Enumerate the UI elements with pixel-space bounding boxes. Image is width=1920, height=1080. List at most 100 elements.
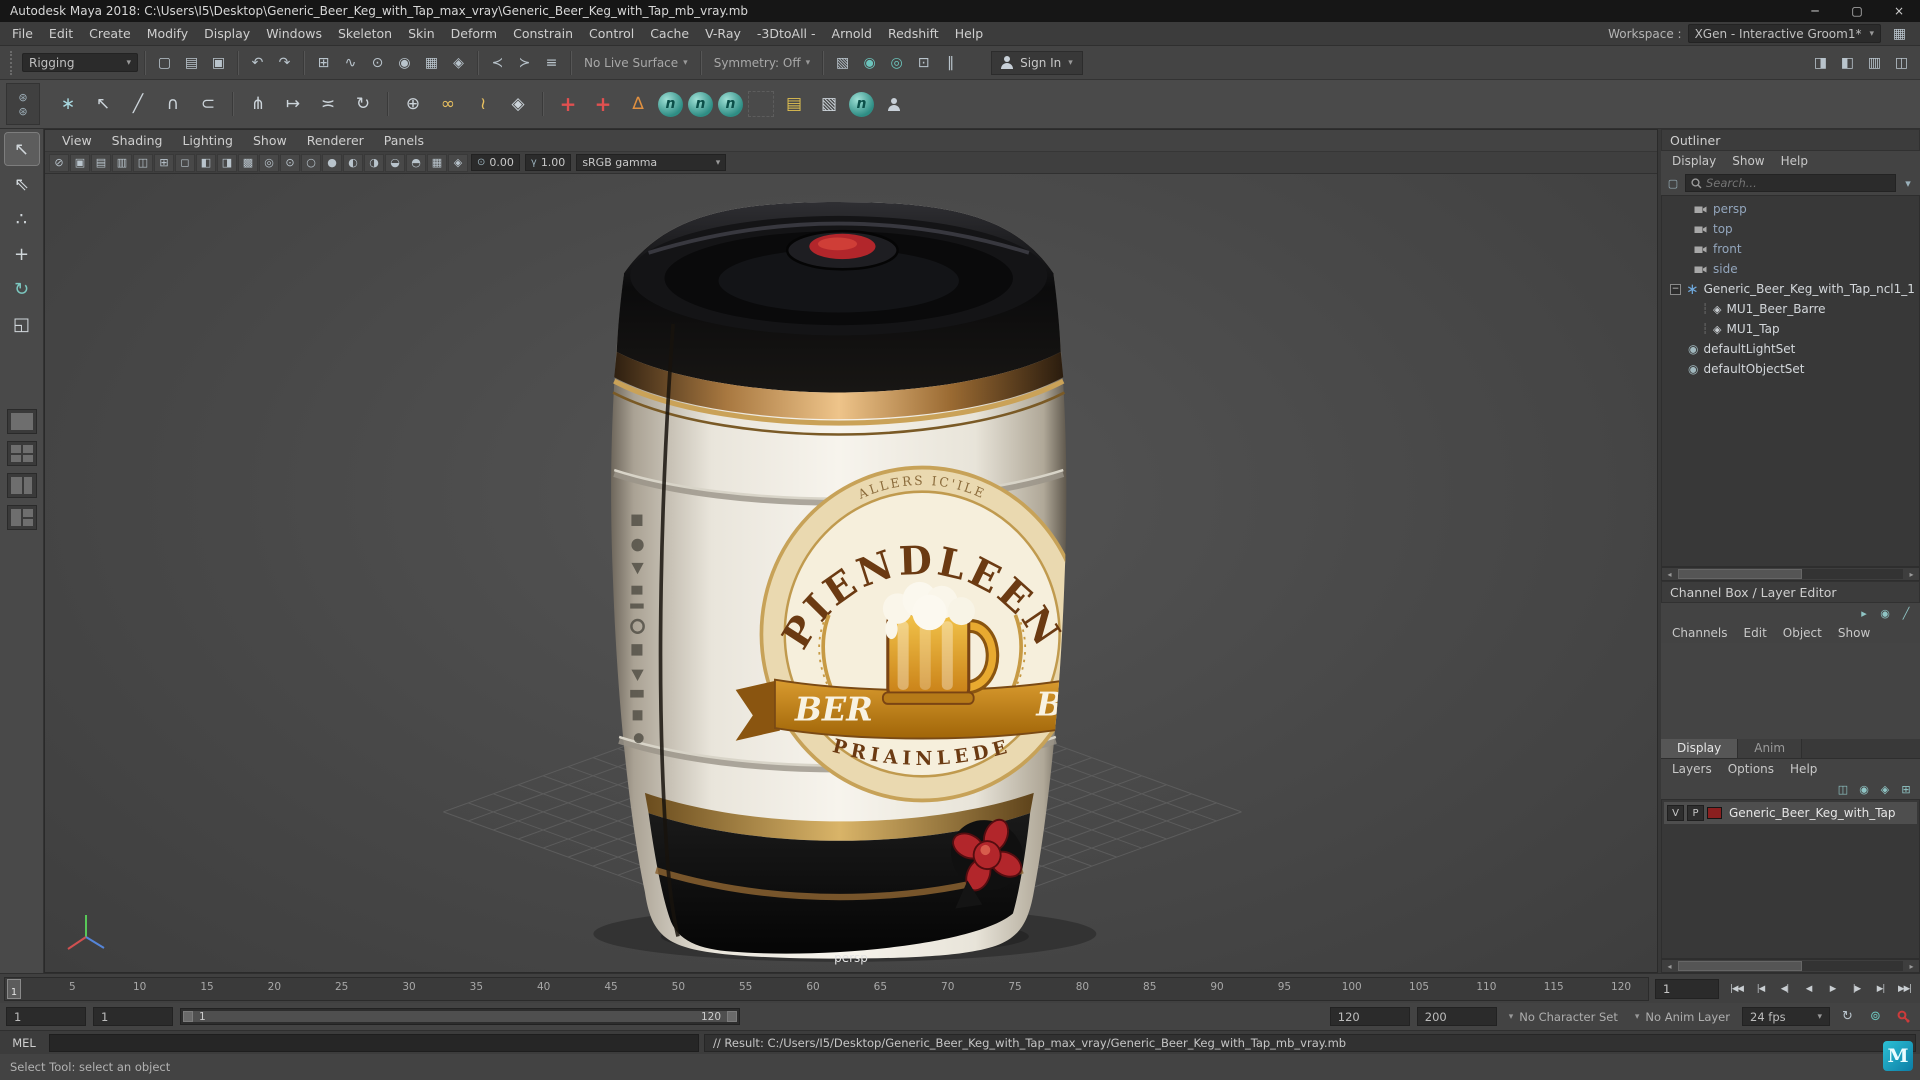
outliner-child-row[interactable]: ┆ ◈ MU1_Beer_Barre bbox=[1662, 299, 1919, 319]
layer-editor-menu-item[interactable]: Help bbox=[1783, 760, 1824, 778]
playback-button[interactable]: |◀◀ bbox=[1725, 979, 1748, 999]
new-scene-icon[interactable]: ▢ bbox=[152, 50, 177, 75]
animation-end-field[interactable]: 200 bbox=[1416, 1007, 1497, 1026]
open-scene-icon[interactable]: ▤ bbox=[179, 50, 204, 75]
menu-item[interactable]: Control bbox=[581, 22, 642, 45]
ncloth-create-icon[interactable]: n bbox=[658, 91, 683, 117]
beer-keg-model[interactable]: ALLERS IC'ILE PIENDLEEN BER B PRIAINLEDE bbox=[611, 201, 1109, 959]
three-pane-layout-button[interactable] bbox=[6, 505, 37, 530]
ipr-render-icon[interactable]: ◎ bbox=[884, 50, 909, 75]
outliner-camera-row[interactable]: side bbox=[1662, 259, 1919, 279]
scroll-thumb[interactable] bbox=[1678, 961, 1802, 971]
outliner-root-row[interactable]: − ∗ Generic_Beer_Keg_with_Tap_ncl1_1 bbox=[1662, 279, 1919, 299]
menu-item[interactable]: Deform bbox=[443, 22, 505, 45]
quick-rig-icon[interactable]: ∆ bbox=[623, 89, 653, 119]
chevron-down-icon[interactable]: ▾ bbox=[1900, 175, 1916, 191]
panel-menu-item[interactable]: Show bbox=[244, 130, 296, 151]
outliner-hscrollbar[interactable]: ◂ ▸ bbox=[1661, 567, 1920, 581]
paint-select-tool-button[interactable]: ∴ bbox=[5, 203, 39, 235]
menu-item[interactable]: Edit bbox=[41, 22, 81, 45]
field-chart-icon[interactable]: ▩ bbox=[238, 153, 258, 172]
channel-box-header[interactable]: Channel Box / Layer Editor bbox=[1661, 581, 1920, 603]
time-slider[interactable]: 1 5 10 15 20 25 30 35 40 45 50 55 60 65 70 75 80 85 90 95 1… bbox=[4, 976, 1649, 1001]
outliner-tree[interactable]: persp top front side − ∗ Generic_Beer_Ke… bbox=[1661, 195, 1920, 567]
channel-edit-icon[interactable]: ╱ bbox=[1898, 605, 1914, 621]
playback-button[interactable]: |◀ bbox=[1749, 979, 1772, 999]
shaded-icon[interactable]: ● bbox=[322, 153, 342, 172]
current-frame-field[interactable]: 1 bbox=[1655, 978, 1719, 999]
shadows-icon[interactable]: ◒ bbox=[385, 153, 405, 172]
snap-to-view-plane-icon[interactable]: ▦ bbox=[419, 50, 444, 75]
tab-anim[interactable]: Anim bbox=[1738, 739, 1803, 758]
empty-shelf-slot[interactable] bbox=[748, 91, 774, 117]
four-pane-layout-button[interactable] bbox=[6, 441, 37, 466]
layer-editor-menu-item[interactable]: Options bbox=[1721, 760, 1781, 778]
drag-handle[interactable] bbox=[10, 50, 16, 75]
channel-box-menu-item[interactable]: Show bbox=[1831, 624, 1877, 642]
outliner-child-row[interactable]: ┆ ◈ MU1_Tap bbox=[1662, 319, 1919, 339]
outliner-menu-item[interactable]: Show bbox=[1725, 152, 1771, 170]
two-pane-layout-button[interactable] bbox=[6, 473, 37, 498]
textured-icon[interactable]: ◐ bbox=[343, 153, 363, 172]
lasso-tool-button[interactable]: ⇖ bbox=[5, 168, 39, 200]
camera-attributes-icon[interactable]: ▤ bbox=[91, 153, 111, 172]
joint-tool-icon[interactable]: ∞ bbox=[433, 89, 463, 119]
range-handle-right[interactable] bbox=[727, 1011, 737, 1022]
animation-start-field[interactable]: 1 bbox=[6, 1007, 86, 1026]
range-slider[interactable]: 1 120 bbox=[180, 1008, 740, 1025]
panel-menu-item[interactable]: Lighting bbox=[173, 130, 242, 151]
live-surface-selector[interactable]: No Live Surface ▾ bbox=[578, 56, 694, 70]
menu-item[interactable]: Arnold bbox=[824, 22, 880, 45]
collapse-expander-icon[interactable]: − bbox=[1670, 283, 1681, 295]
skin-bind-icon[interactable]: ◈ bbox=[503, 89, 533, 119]
filter-icon[interactable]: ▢ bbox=[1665, 175, 1681, 191]
save-scene-icon[interactable]: ▣ bbox=[206, 50, 231, 75]
film-gate-icon[interactable]: ◻ bbox=[175, 153, 195, 172]
arc-tool-icon[interactable]: ∩ bbox=[158, 89, 188, 119]
extend-curve-icon[interactable]: ↦ bbox=[278, 89, 308, 119]
snap-to-projected-center-icon[interactable]: ◉ bbox=[392, 50, 417, 75]
channel-box-menu-item[interactable]: Channels bbox=[1665, 624, 1735, 642]
nconstraint-icon[interactable]: n bbox=[718, 91, 743, 117]
scroll-track[interactable] bbox=[1678, 961, 1903, 971]
menu-item[interactable]: Help bbox=[947, 22, 992, 45]
panel-menu-item[interactable]: View bbox=[53, 130, 101, 151]
ik-handle-icon[interactable]: ≀ bbox=[468, 89, 498, 119]
anim-layer-selector[interactable]: ▾ No Anim Layer bbox=[1630, 1010, 1735, 1024]
playback-button[interactable]: |▶ bbox=[1845, 979, 1868, 999]
menu-item[interactable]: Skeleton bbox=[330, 22, 400, 45]
outliner-menu-item[interactable]: Help bbox=[1774, 152, 1815, 170]
command-result[interactable]: // Result: C:/Users/I5/Desktop/Generic_B… bbox=[704, 1033, 1916, 1052]
undo-icon[interactable]: ↶ bbox=[245, 50, 270, 75]
channel-list-empty[interactable] bbox=[1661, 643, 1920, 739]
redo-icon[interactable]: ↷ bbox=[272, 50, 297, 75]
playback-button[interactable]: ▶▶| bbox=[1893, 979, 1916, 999]
select-tool-button[interactable]: ↖ bbox=[3, 132, 40, 166]
new-layer-icon[interactable]: ◫ bbox=[1835, 781, 1851, 797]
scroll-right-icon[interactable]: ▸ bbox=[1904, 568, 1919, 580]
menu-item[interactable]: Windows bbox=[258, 22, 330, 45]
output-connections-icon[interactable]: ≻ bbox=[512, 50, 537, 75]
edit-curve-icon[interactable]: ↖ bbox=[88, 89, 118, 119]
scroll-thumb[interactable] bbox=[1678, 569, 1802, 579]
playback-button[interactable]: ◀ bbox=[1797, 979, 1820, 999]
exposure-field[interactable]: ⊙ 0.00 bbox=[471, 154, 520, 171]
outliner-menu-item[interactable]: Display bbox=[1665, 152, 1723, 170]
move-layer-up-icon[interactable]: ◈ bbox=[1877, 781, 1893, 797]
symmetry-selector[interactable]: Symmetry: Off ▾ bbox=[708, 56, 816, 70]
layer-color-swatch[interactable] bbox=[1707, 807, 1722, 819]
tool-settings-toggle-icon[interactable]: ◧ bbox=[1835, 50, 1860, 75]
pencil-curve-icon[interactable]: ╱ bbox=[123, 89, 153, 119]
snap-to-grid-icon[interactable]: ⊞ bbox=[311, 50, 336, 75]
layer-list[interactable]: V P Generic_Beer_Keg_with_Tap bbox=[1661, 799, 1920, 959]
isolate-select-icon[interactable]: ◈ bbox=[448, 153, 468, 172]
workspace-selector[interactable]: XGen - Interactive Groom1* ▾ bbox=[1687, 24, 1881, 43]
add-points-icon[interactable]: ⊕ bbox=[398, 89, 428, 119]
outliner-camera-row[interactable]: top bbox=[1662, 219, 1919, 239]
safe-title-icon[interactable]: ⊙ bbox=[280, 153, 300, 172]
input-connections-icon[interactable]: ≺ bbox=[485, 50, 510, 75]
lights-icon[interactable]: ◑ bbox=[364, 153, 384, 172]
playback-speed-icon[interactable]: ⊚ bbox=[1865, 1007, 1886, 1027]
single-pane-layout-button[interactable] bbox=[6, 409, 37, 434]
paint-layers-icon[interactable]: ▤ bbox=[779, 89, 809, 119]
